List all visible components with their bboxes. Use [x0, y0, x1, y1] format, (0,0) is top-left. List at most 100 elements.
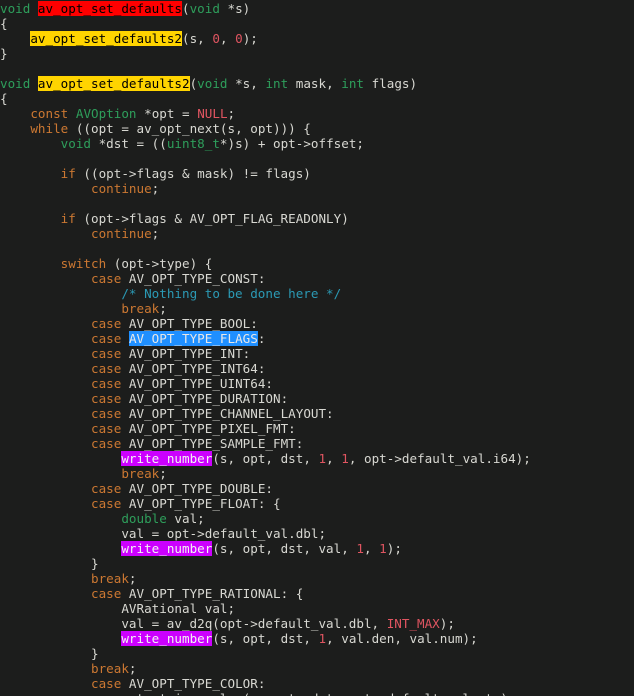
code-line[interactable]: if (opt->flags & AV_OPT_FLAG_READONLY): [0, 211, 634, 226]
code-line[interactable]: void av_opt_set_defaults2(void *s, int m…: [0, 76, 634, 91]
highlighted-token[interactable]: av_opt_set_defaults2: [37, 76, 190, 91]
code-line[interactable]: case AV_OPT_TYPE_FLAGS:: [0, 331, 634, 346]
code-token: ((opt = av_opt_next(s, opt))) {: [68, 121, 311, 136]
code-token: ;: [128, 571, 137, 586]
code-line[interactable]: av_opt_set_defaults2(s, 0, 0);: [0, 31, 634, 46]
code-line[interactable]: void *dst = ((uint8_t*)s) + opt->offset;: [0, 136, 634, 151]
code-token: AVRational: [121, 601, 198, 616]
code-line[interactable]: break;: [0, 466, 634, 481]
highlighted-token[interactable]: av_opt_set_defaults: [37, 1, 182, 16]
code-line[interactable]: val = opt->default_val.dbl;: [0, 526, 634, 541]
code-line[interactable]: case AV_OPT_TYPE_SAMPLE_FMT:: [0, 436, 634, 451]
code-line[interactable]: continue;: [0, 181, 634, 196]
code-token: AV_OPT_TYPE_COLOR:: [121, 676, 266, 691]
code-token: val = opt->default_val.dbl;: [0, 526, 327, 541]
code-line[interactable]: case AV_OPT_TYPE_INT64:: [0, 361, 634, 376]
code-token: void: [60, 136, 92, 151]
code-line[interactable]: while ((opt = av_opt_next(s, opt))) {: [0, 121, 634, 136]
code-line[interactable]: }: [0, 46, 634, 61]
code-token: val = av_d2q(opt->default_val.dbl,: [0, 616, 387, 631]
code-token: set_string_color(s, opt, dst, opt->defau…: [0, 691, 515, 696]
highlighted-token[interactable]: write_number: [121, 451, 213, 466]
code-line[interactable]: val = av_d2q(opt->default_val.dbl, INT_M…: [0, 616, 634, 631]
code-line[interactable]: case AV_OPT_TYPE_PIXEL_FMT:: [0, 421, 634, 436]
code-token: ,: [326, 451, 342, 466]
code-line[interactable]: }: [0, 556, 634, 571]
code-line[interactable]: break;: [0, 571, 634, 586]
code-line[interactable]: case AV_OPT_TYPE_CONST:: [0, 271, 634, 286]
code-line[interactable]: case AV_OPT_TYPE_DOUBLE:: [0, 481, 634, 496]
code-line[interactable]: set_string_color(s, opt, dst, opt->defau…: [0, 691, 634, 696]
code-line[interactable]: write_number(s, opt, dst, val, 1, 1);: [0, 541, 634, 556]
highlighted-token[interactable]: av_opt_set_defaults2: [30, 31, 182, 46]
code-line[interactable]: case AV_OPT_TYPE_FLOAT: {: [0, 496, 634, 511]
code-line[interactable]: continue;: [0, 226, 634, 241]
code-token: uint8_t: [166, 136, 220, 151]
code-token: AV_OPT_TYPE_CONST:: [121, 271, 266, 286]
code-token: ;: [151, 181, 160, 196]
code-line[interactable]: case AV_OPT_TYPE_DURATION:: [0, 391, 634, 406]
code-token: case: [91, 316, 122, 331]
code-token: *s,: [227, 76, 266, 91]
code-line[interactable]: case AV_OPT_TYPE_RATIONAL: {: [0, 586, 634, 601]
code-line[interactable]: /* Nothing to be done here */: [0, 286, 634, 301]
code-line[interactable]: [0, 61, 634, 76]
code-editor-viewport[interactable]: void av_opt_set_defaults(void *s){ av_op…: [0, 0, 634, 696]
highlighted-token[interactable]: AV_OPT_TYPE_FLAGS: [128, 331, 258, 346]
code-token: *s): [219, 1, 251, 16]
code-line[interactable]: case AV_OPT_TYPE_COLOR:: [0, 676, 634, 691]
code-line[interactable]: [0, 151, 634, 166]
code-line[interactable]: case AV_OPT_TYPE_CHANNEL_LAYOUT:: [0, 406, 634, 421]
code-token: (s, opt, dst, val,: [212, 541, 357, 556]
code-line[interactable]: void av_opt_set_defaults(void *s): [0, 1, 634, 16]
code-line[interactable]: AVRational val;: [0, 601, 634, 616]
code-line[interactable]: switch (opt->type) {: [0, 256, 634, 271]
code-token: {: [0, 16, 8, 31]
code-line[interactable]: {: [0, 16, 634, 31]
code-line[interactable]: break;: [0, 661, 634, 676]
code-line[interactable]: case AV_OPT_TYPE_UINT64:: [0, 376, 634, 391]
code-token: break: [121, 466, 160, 481]
code-token: AV_OPT_TYPE_DURATION:: [121, 391, 289, 406]
code-line[interactable]: [0, 196, 634, 211]
code-token: double: [121, 511, 167, 526]
code-line[interactable]: case AV_OPT_TYPE_INT:: [0, 346, 634, 361]
code-text-surface[interactable]: void av_opt_set_defaults(void *s){ av_op…: [0, 0, 634, 696]
code-line[interactable]: }: [0, 646, 634, 661]
code-line[interactable]: const AVOption *opt = NULL;: [0, 106, 634, 121]
code-line[interactable]: [0, 241, 634, 256]
code-line[interactable]: if ((opt->flags & mask) != flags): [0, 166, 634, 181]
code-line[interactable]: write_number(s, opt, dst, 1, 1, opt->def…: [0, 451, 634, 466]
code-line[interactable]: case AV_OPT_TYPE_BOOL:: [0, 316, 634, 331]
code-token: AV_OPT_TYPE_INT:: [121, 346, 251, 361]
highlighted-token[interactable]: write_number: [121, 631, 213, 646]
code-line[interactable]: break;: [0, 301, 634, 316]
code-token: 1: [356, 541, 364, 556]
code-token: ,: [219, 31, 236, 46]
code-token: ,: [363, 541, 380, 556]
code-token: *opt =: [136, 106, 198, 121]
highlighted-token[interactable]: write_number: [121, 541, 213, 556]
code-line[interactable]: double val;: [0, 511, 634, 526]
code-token: 1: [341, 451, 349, 466]
code-token: :: [257, 331, 266, 346]
code-token: case: [91, 496, 122, 511]
code-token: case: [91, 346, 122, 361]
code-line[interactable]: write_number(s, opt, dst, 1, val.den, va…: [0, 631, 634, 646]
code-line[interactable]: {: [0, 91, 634, 106]
code-token: case: [91, 586, 122, 601]
code-token: );: [386, 541, 402, 556]
code-token: , opt->default_val.i64);: [348, 451, 531, 466]
